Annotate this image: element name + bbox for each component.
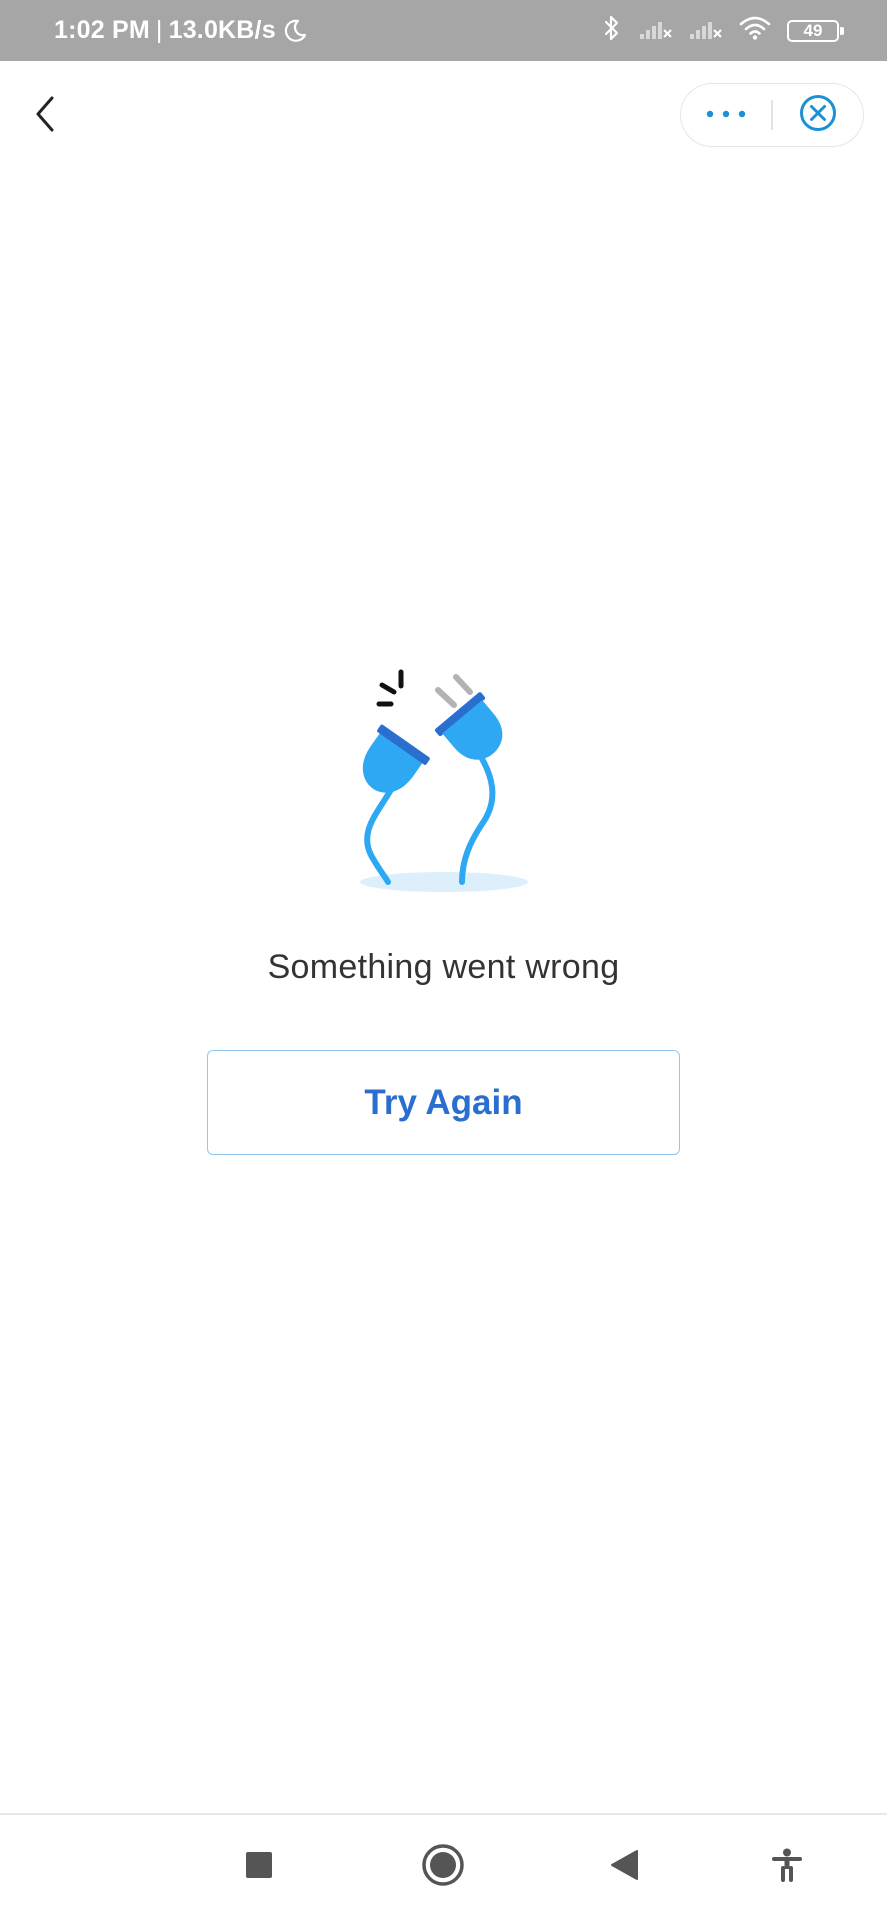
system-back-button[interactable] xyxy=(594,1837,654,1897)
battery-icon: 49 xyxy=(787,19,844,42)
home-icon xyxy=(421,1843,465,1892)
home-button[interactable] xyxy=(413,1837,473,1897)
network-speed: 13.0KB/s xyxy=(168,16,276,44)
back-button[interactable] xyxy=(20,86,70,146)
battery-level: 49 xyxy=(803,20,823,40)
mini-program-capsule xyxy=(680,83,864,147)
bluetooth-icon xyxy=(601,14,623,47)
signal-icon xyxy=(689,16,723,45)
chevron-left-icon xyxy=(32,94,58,139)
more-button[interactable] xyxy=(681,84,771,146)
status-bar: 1:02 PM | 13.0KB/s 49 xyxy=(0,0,887,61)
wifi-icon xyxy=(739,15,771,46)
nav-bar xyxy=(0,1815,887,1920)
screen: 1:02 PM | 13.0KB/s 49 Something went wro… xyxy=(0,0,887,1920)
recent-apps-button[interactable] xyxy=(229,1837,289,1897)
status-left: 1:02 PM | 13.0KB/s xyxy=(54,0,308,61)
accessibility-icon xyxy=(772,1848,802,1887)
accessibility-button[interactable] xyxy=(757,1837,817,1897)
more-dots-icon xyxy=(704,106,748,124)
close-button[interactable] xyxy=(773,84,863,146)
unplugged-cable-icon xyxy=(352,664,536,898)
moon-icon xyxy=(282,18,308,44)
error-message: Something went wrong xyxy=(267,948,620,986)
close-circle-icon xyxy=(798,93,838,138)
status-time: 1:02 PM xyxy=(54,16,150,44)
try-again-button[interactable]: Try Again xyxy=(207,1050,680,1155)
back-icon xyxy=(609,1849,639,1886)
status-right: 49 xyxy=(601,0,844,61)
recent-apps-icon xyxy=(245,1851,273,1884)
signal-icon xyxy=(639,16,673,45)
status-separator: | xyxy=(155,16,163,44)
